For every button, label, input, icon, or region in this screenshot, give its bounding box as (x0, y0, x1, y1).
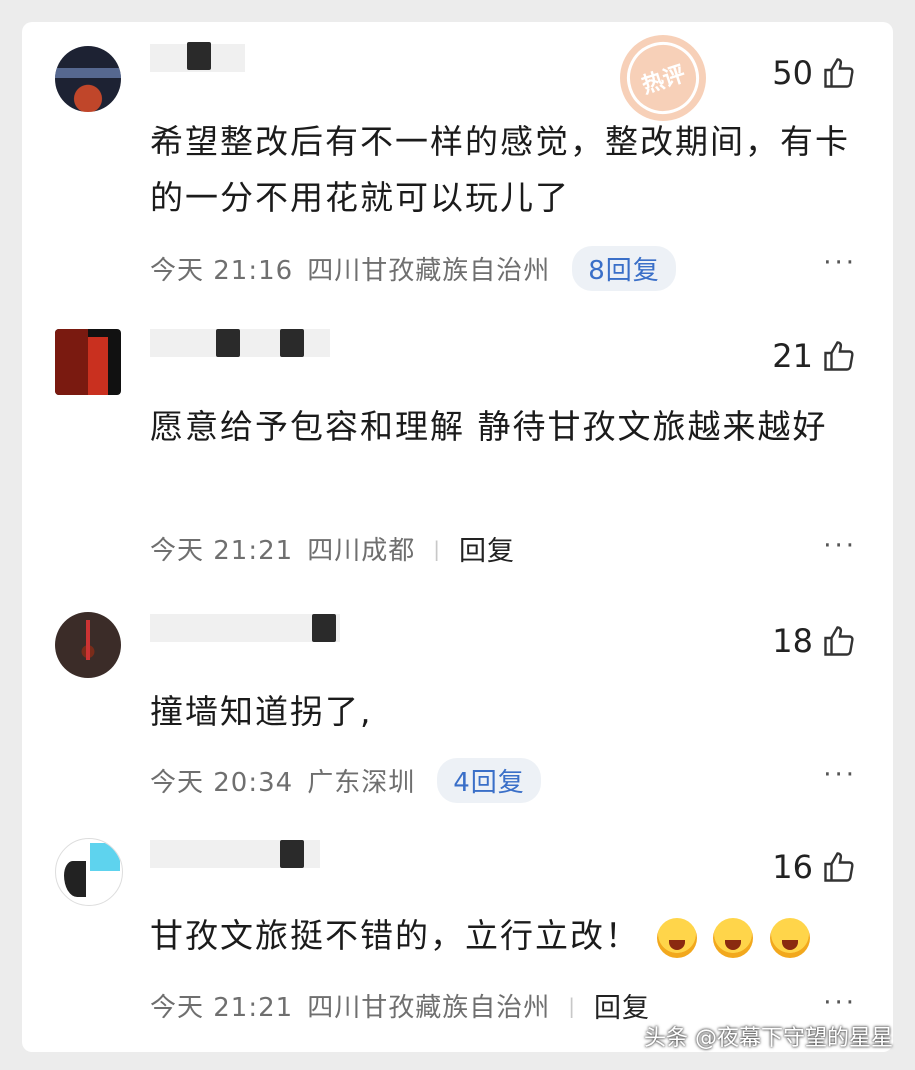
comment-location: 四川甘孜藏族自治州 (307, 256, 551, 286)
reply-count-button[interactable]: 4回复 (437, 758, 541, 803)
comment-text: 甘孜文旅挺不错的，立行立改！ (150, 908, 870, 964)
meta-divider: | (433, 536, 441, 561)
comment-list: 热评 50 希望整改后有不一样的感觉，整改期间，有卡的一分不用花就可以玩儿了 今… (22, 22, 893, 1052)
username-redacted-block (280, 329, 304, 357)
reply-button[interactable]: 回复 (594, 986, 650, 1025)
comment-location: 四川甘孜藏族自治州 (307, 993, 551, 1023)
laughing-crying-emoji-icon (656, 917, 697, 958)
more-options-icon[interactable]: ··· (823, 760, 857, 790)
comment-location: 广东深圳 (307, 768, 416, 798)
comment-time: 今天 20:34 (150, 768, 294, 798)
more-options-icon[interactable]: ··· (823, 988, 857, 1018)
username-redacted-block (312, 614, 336, 642)
more-options-icon[interactable]: ··· (823, 248, 857, 278)
avatar[interactable] (55, 838, 123, 906)
comment-text: 希望整改后有不一样的感觉，整改期间，有卡的一分不用花就可以玩儿了 (150, 122, 850, 217)
like-count[interactable]: 50 (772, 54, 857, 92)
reply-count-button[interactable]: 8回复 (572, 246, 676, 291)
like-count[interactable]: 16 (772, 848, 857, 886)
comment-meta: 今天 21:21 四川甘孜藏族自治州 | 回复 (150, 986, 650, 1025)
username-redacted-block (280, 840, 304, 868)
comment-text: 撞墙知道拐了, (150, 692, 373, 731)
laughing-crying-emoji-icon (713, 917, 753, 958)
comment-meta: 今天 20:34 广东深圳 4回复 (150, 758, 541, 803)
thumbs-up-icon[interactable] (821, 849, 857, 885)
thumbs-up-icon[interactable] (821, 55, 857, 91)
avatar[interactable] (55, 612, 121, 678)
watermark: 头条 @夜幕下守望的星星 (644, 1026, 893, 1051)
more-options-icon[interactable]: ··· (823, 531, 857, 561)
comment-text: 愿意给予包容和理解 静待甘孜文旅越来越好 (150, 407, 828, 446)
laughing-crying-emoji-icon (769, 917, 810, 958)
like-count[interactable]: 21 (772, 337, 857, 375)
comment-meta: 今天 21:16 四川甘孜藏族自治州 8回复 (150, 246, 676, 291)
meta-divider: | (568, 993, 576, 1018)
thumbs-up-icon[interactable] (821, 338, 857, 374)
thumbs-up-icon[interactable] (821, 623, 857, 659)
comment-time: 今天 21:21 (150, 536, 294, 566)
avatar[interactable] (55, 46, 121, 112)
avatar[interactable] (55, 329, 121, 395)
username-redacted-block (216, 329, 240, 357)
hot-comment-badge: 热评 (617, 32, 709, 124)
like-count[interactable]: 18 (772, 622, 857, 660)
reply-button[interactable]: 回复 (459, 529, 515, 568)
comment-time: 今天 21:21 (150, 993, 294, 1023)
comment-meta: 今天 21:21 四川成都 | 回复 (150, 529, 515, 568)
comment-time: 今天 21:16 (150, 256, 294, 286)
comment-location: 四川成都 (307, 536, 416, 566)
username-redacted-block (187, 42, 211, 70)
